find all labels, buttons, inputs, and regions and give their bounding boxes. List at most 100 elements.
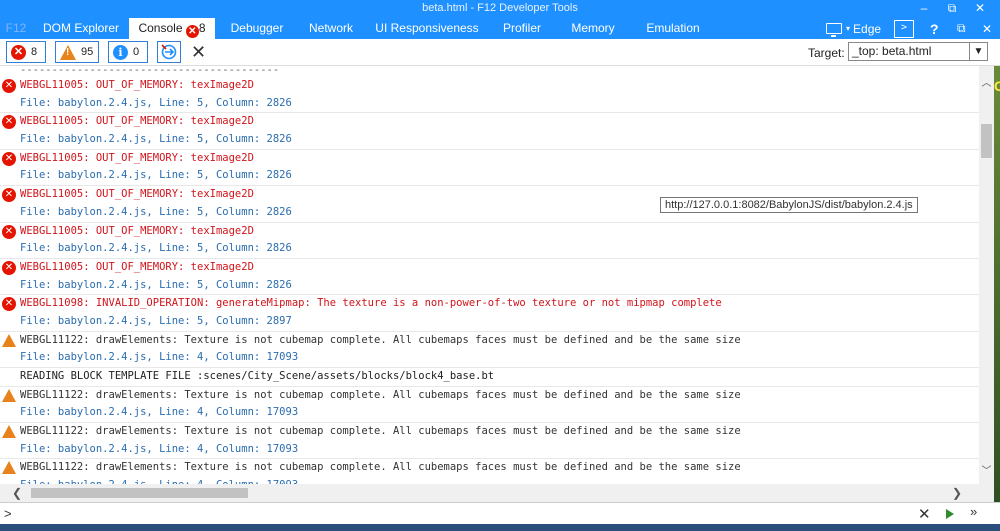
- console-message: WEBGL11005: OUT_OF_MEMORY: texImage2D: [20, 224, 254, 237]
- source-file-link[interactable]: File: babylon.2.4.js, Line: 5, Column: 2…: [0, 131, 979, 149]
- source-file-link[interactable]: File: babylon.2.4.js, Line: 5, Column: 2…: [0, 313, 979, 331]
- help-button[interactable]: ?: [930, 18, 939, 39]
- console-entry[interactable]: WEBGL11122: drawElements: Texture is not…: [0, 459, 979, 484]
- monitor-icon: [826, 23, 842, 37]
- warning-icon: [2, 461, 16, 475]
- target-label: Target:: [808, 46, 845, 60]
- console-toolbar: ✕ 8 ! 95 i 0 ✕ Target: _top: beta.html ▼: [0, 39, 1000, 66]
- warnings-filter-button[interactable]: ! 95: [55, 41, 99, 63]
- source-file-link[interactable]: File: babylon.2.4.js, Line: 5, Column: 2…: [0, 167, 979, 185]
- scroll-down-arrow-icon[interactable]: ﹀: [979, 464, 994, 479]
- console-message: WEBGL11005: OUT_OF_MEMORY: texImage2D: [20, 79, 254, 91]
- tab-console-error-count: 8: [198, 21, 206, 35]
- tab-emulation[interactable]: Emulation: [640, 18, 706, 39]
- console-entry[interactable]: ✕ WEBGL11005: OUT_OF_MEMORY: texImage2D Fi…: [0, 77, 979, 114]
- tab-ui-responsiveness[interactable]: UI Responsiveness: [374, 18, 480, 39]
- console-message: WEBGL11098: INVALID_OPERATION: generateM…: [20, 297, 722, 310]
- error-icon: ✕: [2, 79, 16, 93]
- close-devtools-button[interactable]: ✕: [982, 18, 992, 39]
- console-message: WEBGL11122: drawElements: Texture is not…: [20, 333, 741, 346]
- file-path-tooltip: http://127.0.0.1:8082/BabylonJS/dist/bab…: [660, 197, 918, 213]
- clear-on-navigate-icon: [161, 44, 177, 60]
- clear-command-button[interactable]: ✕: [918, 505, 931, 523]
- source-file-link[interactable]: File: babylon.2.4.js, Line: 5, Column: 2…: [0, 277, 979, 295]
- console-message: WEBGL11122: drawElements: Texture is not…: [20, 461, 741, 474]
- console-entry[interactable]: READING BLOCK TEMPLATE FILE :scenes/City…: [0, 368, 979, 387]
- source-file-link[interactable]: File: babylon.2.4.js, Line: 4, Column: 1…: [0, 404, 979, 422]
- console-entry[interactable]: ✕ WEBGL11098: INVALID_OPERATION: generate…: [0, 295, 979, 332]
- error-icon: ✕: [2, 224, 16, 239]
- scroll-up-arrow-icon[interactable]: ︿: [979, 76, 994, 91]
- target-value: _top: beta.html: [852, 44, 932, 58]
- console-entry[interactable]: ✕ WEBGL11005: OUT_OF_MEMORY: texImage2D Fi…: [0, 150, 979, 187]
- tab-debugger[interactable]: Debugger: [226, 18, 288, 39]
- error-icon: ✕: [2, 260, 16, 275]
- restore-button[interactable]: ⧉: [938, 0, 966, 18]
- info-filter-button[interactable]: i 0: [108, 41, 148, 63]
- tab-memory[interactable]: Memory: [566, 18, 620, 39]
- tool-tabs: F12 DOM Explorer Console ✕ 8 Debugger Net…: [0, 18, 1000, 39]
- console-output[interactable]: ----------------------------------------…: [0, 66, 979, 484]
- console-entry[interactable]: WEBGL11122: drawElements: Texture is not…: [0, 332, 979, 368]
- chevron-down-icon: ▼: [969, 43, 987, 60]
- horizontal-scroll-thumb[interactable]: [31, 488, 248, 498]
- error-icon: ✕: [185, 25, 199, 38]
- clear-console-button[interactable]: ✕: [191, 42, 206, 62]
- target-select[interactable]: _top: beta.html ▼: [848, 42, 988, 61]
- window-title-bar: beta.html - F12 Developer Tools – ⧉ ✕: [0, 0, 1000, 18]
- console-entry[interactable]: WEBGL11122: drawElements: Texture is not…: [0, 387, 979, 424]
- console-message: WEBGL11005: OUT_OF_MEMORY: texImage2D: [20, 115, 254, 128]
- console-toggle-button[interactable]: >: [894, 19, 914, 38]
- run-script-icon[interactable]: [946, 509, 954, 519]
- console-vertical-scrollbar[interactable]: ︿ ﹀: [979, 66, 994, 484]
- errors-count: 8: [31, 46, 38, 58]
- browser-mode-selector[interactable]: ▾ Edge: [826, 18, 881, 39]
- tab-profiler[interactable]: Profiler: [498, 18, 546, 39]
- warning-icon: [2, 388, 16, 402]
- minimize-button[interactable]: –: [910, 0, 938, 18]
- console-entry[interactable]: ✕ WEBGL11005: OUT_OF_MEMORY: texImage2D Fi…: [0, 259, 979, 296]
- warnings-count: 95: [81, 46, 94, 58]
- warning-icon: [2, 425, 16, 439]
- console-command-line[interactable]: > ✕ »: [0, 502, 1000, 524]
- dock-button[interactable]: ⧉: [957, 18, 966, 39]
- console-message: READING BLOCK TEMPLATE FILE :scenes/City…: [20, 370, 495, 382]
- error-icon: ✕: [2, 151, 16, 166]
- scroll-left-arrow-icon[interactable]: ❮: [8, 484, 26, 502]
- warning-icon: !: [60, 44, 76, 60]
- console-separator: ----------------------------------------…: [20, 66, 280, 76]
- source-file-link[interactable]: File: babylon.2.4.js, Line: 5, Column: 2…: [0, 95, 979, 113]
- errors-filter-button[interactable]: ✕ 8: [6, 41, 46, 63]
- background-page-strip: [994, 66, 1000, 502]
- source-file-link[interactable]: File: babylon.2.4.js, Line: 5, Column: 2…: [0, 240, 979, 258]
- tab-f12[interactable]: F12: [2, 18, 30, 39]
- console-message: WEBGL11122: drawElements: Texture is not…: [20, 388, 741, 401]
- tab-dom-explorer[interactable]: DOM Explorer: [40, 18, 122, 39]
- error-icon: ✕: [11, 44, 26, 60]
- windows-taskbar: [0, 524, 1000, 531]
- console-message: WEBGL11122: drawElements: Texture is not…: [20, 425, 741, 438]
- source-file-link[interactable]: File: babylon.2.4.js, Line: 4, Column: 1…: [0, 349, 979, 367]
- scroll-right-arrow-icon[interactable]: ❯: [948, 484, 966, 502]
- close-window-button[interactable]: ✕: [966, 0, 994, 18]
- tab-console[interactable]: Console ✕ 8: [129, 18, 215, 39]
- info-icon: i: [113, 44, 128, 60]
- console-horizontal-scrollbar[interactable]: ❮ ❯: [0, 484, 994, 502]
- expand-multiline-button[interactable]: »: [970, 504, 977, 519]
- browser-mode-label: Edge: [853, 21, 882, 36]
- chevron-down-icon: ▾: [846, 24, 851, 33]
- console-message: WEBGL11005: OUT_OF_MEMORY: texImage2D: [20, 260, 254, 273]
- tab-network[interactable]: Network: [303, 18, 359, 39]
- background-page-text: C: [994, 78, 1000, 94]
- console-message: WEBGL11005: OUT_OF_MEMORY: texImage2D: [20, 151, 254, 164]
- console-entry[interactable]: ✕ WEBGL11005: OUT_OF_MEMORY: texImage2D Fi…: [0, 223, 979, 259]
- info-count: 0: [133, 46, 140, 58]
- window-title: beta.html - F12 Developer Tools: [422, 2, 578, 14]
- console-entry[interactable]: WEBGL11122: drawElements: Texture is not…: [0, 423, 979, 460]
- source-file-link[interactable]: File: babylon.2.4.js, Line: 4, Column: 1…: [0, 477, 979, 484]
- console-entry[interactable]: ✕ WEBGL11005: OUT_OF_MEMORY: texImage2D Fi…: [0, 113, 979, 150]
- prompt-chevron-icon: >: [4, 506, 12, 521]
- source-file-link[interactable]: File: babylon.2.4.js, Line: 4, Column: 1…: [0, 441, 979, 459]
- vertical-scroll-thumb[interactable]: [981, 124, 992, 158]
- clear-on-navigate-button[interactable]: [157, 41, 181, 63]
